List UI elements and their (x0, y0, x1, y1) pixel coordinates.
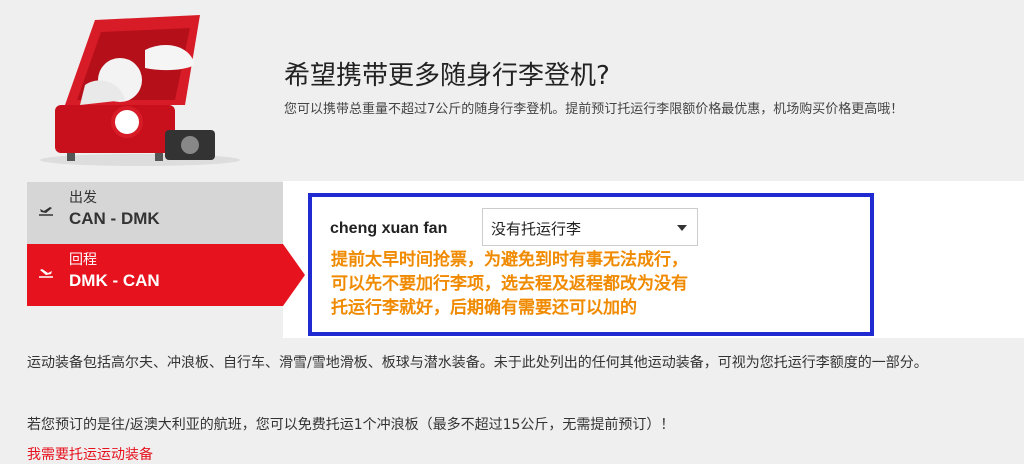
suitcase-image (40, 15, 240, 166)
plane-return-icon (39, 269, 53, 278)
annotation-line: 提前太早时间抢票，为避免到时有事无法成行， (331, 250, 688, 270)
sports-equipment-info: 运动装备包括高尔夫、冲浪板、自行车、滑雪/雪地滑板、板球与潜水装备。未于此处列出… (27, 355, 928, 371)
passenger-name: cheng xuan fan (330, 220, 448, 237)
baggage-select-value: 没有托运行李 (491, 220, 582, 238)
baggage-select[interactable]: 没有托运行李 (482, 208, 698, 246)
tab-return-label: 回程 (69, 252, 97, 268)
page-subtitle: 您可以携带总重量不超过7公斤的随身行李登机。提前预订托运行李限额价格最优惠，机场… (284, 102, 904, 117)
tab-return[interactable]: 回程 DMK - CAN (27, 244, 305, 306)
annotation-note: 提前太早时间抢票，为避免到时有事无法成行， 可以先不要加行李项，选去程及返程都改… (331, 248, 688, 320)
tab-depart-route: CAN - DMK (69, 209, 160, 228)
tab-return-route: DMK - CAN (69, 271, 160, 290)
tab-depart[interactable]: 出发 CAN - DMK (27, 182, 283, 244)
annotation-line: 可以先不要加行李项，选去程及返程都改为没有 (331, 274, 688, 294)
chevron-down-icon (677, 225, 687, 231)
plane-depart-icon (39, 207, 53, 216)
sports-equipment-link[interactable]: 我需要托运运动装备 (27, 444, 153, 464)
page-title: 希望携带更多随身行李登机? (284, 61, 610, 91)
tab-depart-label: 出发 (69, 190, 97, 206)
annotation-line: 托运行李就好，后期确有需要还可以加的 (331, 298, 637, 318)
australia-surfboard-info: 若您预订的是往/返澳大利亚的航班，您可以免费托运1个冲浪板（最多不超过15公斤，… (27, 417, 675, 433)
